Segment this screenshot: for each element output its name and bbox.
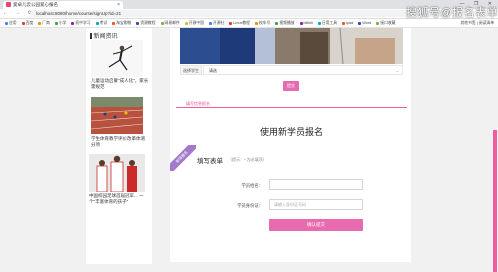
bookmark-icon — [275, 21, 279, 25]
watermark: 搜狐号@报名表单 — [406, 7, 498, 19]
bookmark-label: 开源中国 — [188, 21, 204, 25]
student-id-input[interactable]: 请输入身份证号码 — [269, 199, 363, 210]
url-input[interactable]: localhost:8080/home/course/signUp?id=21 — [30, 10, 450, 17]
bookmark-item[interactable]: 淘宝购物 — [112, 19, 131, 27]
student-name-input[interactable] — [269, 179, 363, 190]
bookmark-item[interactable]: 日用工具 — [317, 19, 338, 27]
bookmark-item[interactable]: 小学 — [54, 19, 67, 27]
bookmark-item[interactable]: bilibili — [299, 19, 313, 27]
required-hint: （提示：* 为必填项） — [228, 157, 267, 162]
bookmark-label: bilibili — [303, 21, 313, 25]
close-tab-icon[interactable]: × — [117, 1, 120, 9]
bookmark-item[interactable]: 初中学习 — [71, 19, 91, 27]
bookmark-icon — [95, 21, 99, 25]
bookmark-item[interactable]: 应用 — [5, 19, 17, 27]
bookmark-item[interactable]: 开源中国 — [184, 19, 204, 27]
bookmark-icon — [54, 21, 58, 25]
bookmark-item[interactable]: 考试 — [95, 19, 108, 27]
news-thumb-track[interactable] — [91, 97, 143, 134]
bookmark-label: 资源教程 — [140, 21, 156, 25]
form-title: 使用新学员报名 — [259, 127, 323, 137]
bookmark-item[interactable]: 厂商 — [38, 19, 50, 27]
news-caption[interactable]: 学生体育教学评价改革体测分项 — [91, 136, 149, 148]
bookmark-label: 初中学习 — [75, 21, 91, 25]
news-caption[interactable]: 儿童运动启蒙"成人化"，家长需规范 — [91, 78, 149, 90]
bookmark-item[interactable]: ipad — [342, 19, 353, 27]
bookmark-label: 小学 — [58, 21, 67, 25]
bookmark-item[interactable]: 接口收藏 — [376, 19, 395, 27]
bookmark-item[interactable]: Word — [358, 19, 371, 27]
bookmark-label: 考试 — [99, 21, 108, 25]
bookmarks-bar: 应用 百度 厂商 小学 初中学习 考试 淘宝购物 资源教程 网易邮件 开源中国 开源社 Linux教程… — [0, 19, 498, 28]
student-id-label: 学员身份证： — [237, 203, 263, 208]
student-select[interactable]: 请选 ⌄ — [203, 65, 403, 75]
tab-title: 爱卓儿云公园爱心报名 — [13, 2, 58, 7]
bookmark-label: 接口收藏 — [380, 21, 396, 25]
bookmark-label: 校车号 — [258, 21, 271, 25]
bookmark-label: 淘宝购物 — [116, 21, 132, 25]
bookmark-icon — [358, 21, 362, 25]
bookmark-item[interactable]: 百度 — [21, 19, 34, 27]
bookmark-icon — [5, 21, 8, 25]
bookmark-item[interactable]: 资源教程 — [136, 19, 156, 27]
bookmark-label: 日用工具 — [321, 21, 338, 25]
news-thumb-ballet[interactable] — [91, 40, 143, 77]
bookmark-item[interactable]: 校车号 — [254, 19, 271, 27]
bookmark-label: 视频播放 — [279, 21, 295, 25]
bookmark-icon — [317, 21, 321, 25]
bookmark-icon — [112, 21, 116, 25]
bookmark-item[interactable]: 开源社 — [208, 19, 225, 27]
student-name-label: 学员姓名： — [241, 183, 263, 188]
bookmark-item[interactable]: 视频播放 — [275, 19, 295, 27]
news-thumb-players[interactable] — [89, 154, 145, 192]
bookmark-icon — [208, 21, 212, 25]
bookmark-item[interactable]: Linux教程 — [229, 19, 250, 27]
bookmark-icon — [184, 21, 188, 25]
bookmark-icon — [38, 21, 42, 25]
sidebar-title: 新闻资讯 — [90, 31, 118, 40]
bookmark-label: 应用 — [9, 21, 17, 25]
bookmark-icon — [160, 21, 164, 25]
title-bar-icon — [90, 33, 92, 39]
bookmark-item[interactable]: 网易邮件 — [160, 19, 180, 27]
bookmarks-other[interactable]: 其他书签 | 阅读清单 — [461, 19, 494, 27]
tab-underline — [176, 107, 407, 108]
bookmark-icon — [342, 21, 346, 25]
corner-badge-text: 新增报名 — [170, 145, 196, 171]
bookmark-label: ipad — [346, 21, 354, 25]
bookmark-icon — [229, 21, 233, 25]
bookmark-icon — [21, 21, 25, 25]
bookmark-label: 厂商 — [42, 21, 50, 25]
query-button[interactable]: 提交 — [283, 81, 299, 91]
bookmark-label: 开源社 — [212, 21, 225, 25]
bookmark-label: 百度 — [25, 21, 34, 25]
course-banner-image — [180, 28, 403, 64]
student-select-value: 请选 — [209, 68, 217, 73]
bookmark-label: 网易邮件 — [164, 21, 180, 25]
fill-form-label: 填写表单 — [197, 158, 223, 165]
bookmark-icon — [254, 21, 258, 25]
bookmark-icon — [376, 21, 380, 25]
bookmark-icon — [299, 21, 303, 25]
browser-tab[interactable]: 爱卓儿云公园爱心报名 × — [3, 1, 123, 9]
bookmark-label: Word — [362, 21, 372, 25]
submit-button[interactable]: 确认提交 — [269, 219, 363, 231]
corner-badge: 新增报名 — [170, 145, 196, 171]
favicon-icon — [6, 2, 11, 8]
scrollbar-thumb[interactable] — [493, 130, 497, 272]
news-caption[interactable]: 中国校园足球首届冠军... 一个"丰富体育的孩子" — [89, 193, 149, 205]
chevron-down-icon: ⌄ — [395, 68, 399, 73]
bookmark-icon — [136, 21, 140, 25]
select-student-label: 选择学生 — [180, 65, 202, 75]
bookmark-label: Linux教程 — [233, 21, 250, 25]
bookmark-icon — [71, 21, 75, 25]
